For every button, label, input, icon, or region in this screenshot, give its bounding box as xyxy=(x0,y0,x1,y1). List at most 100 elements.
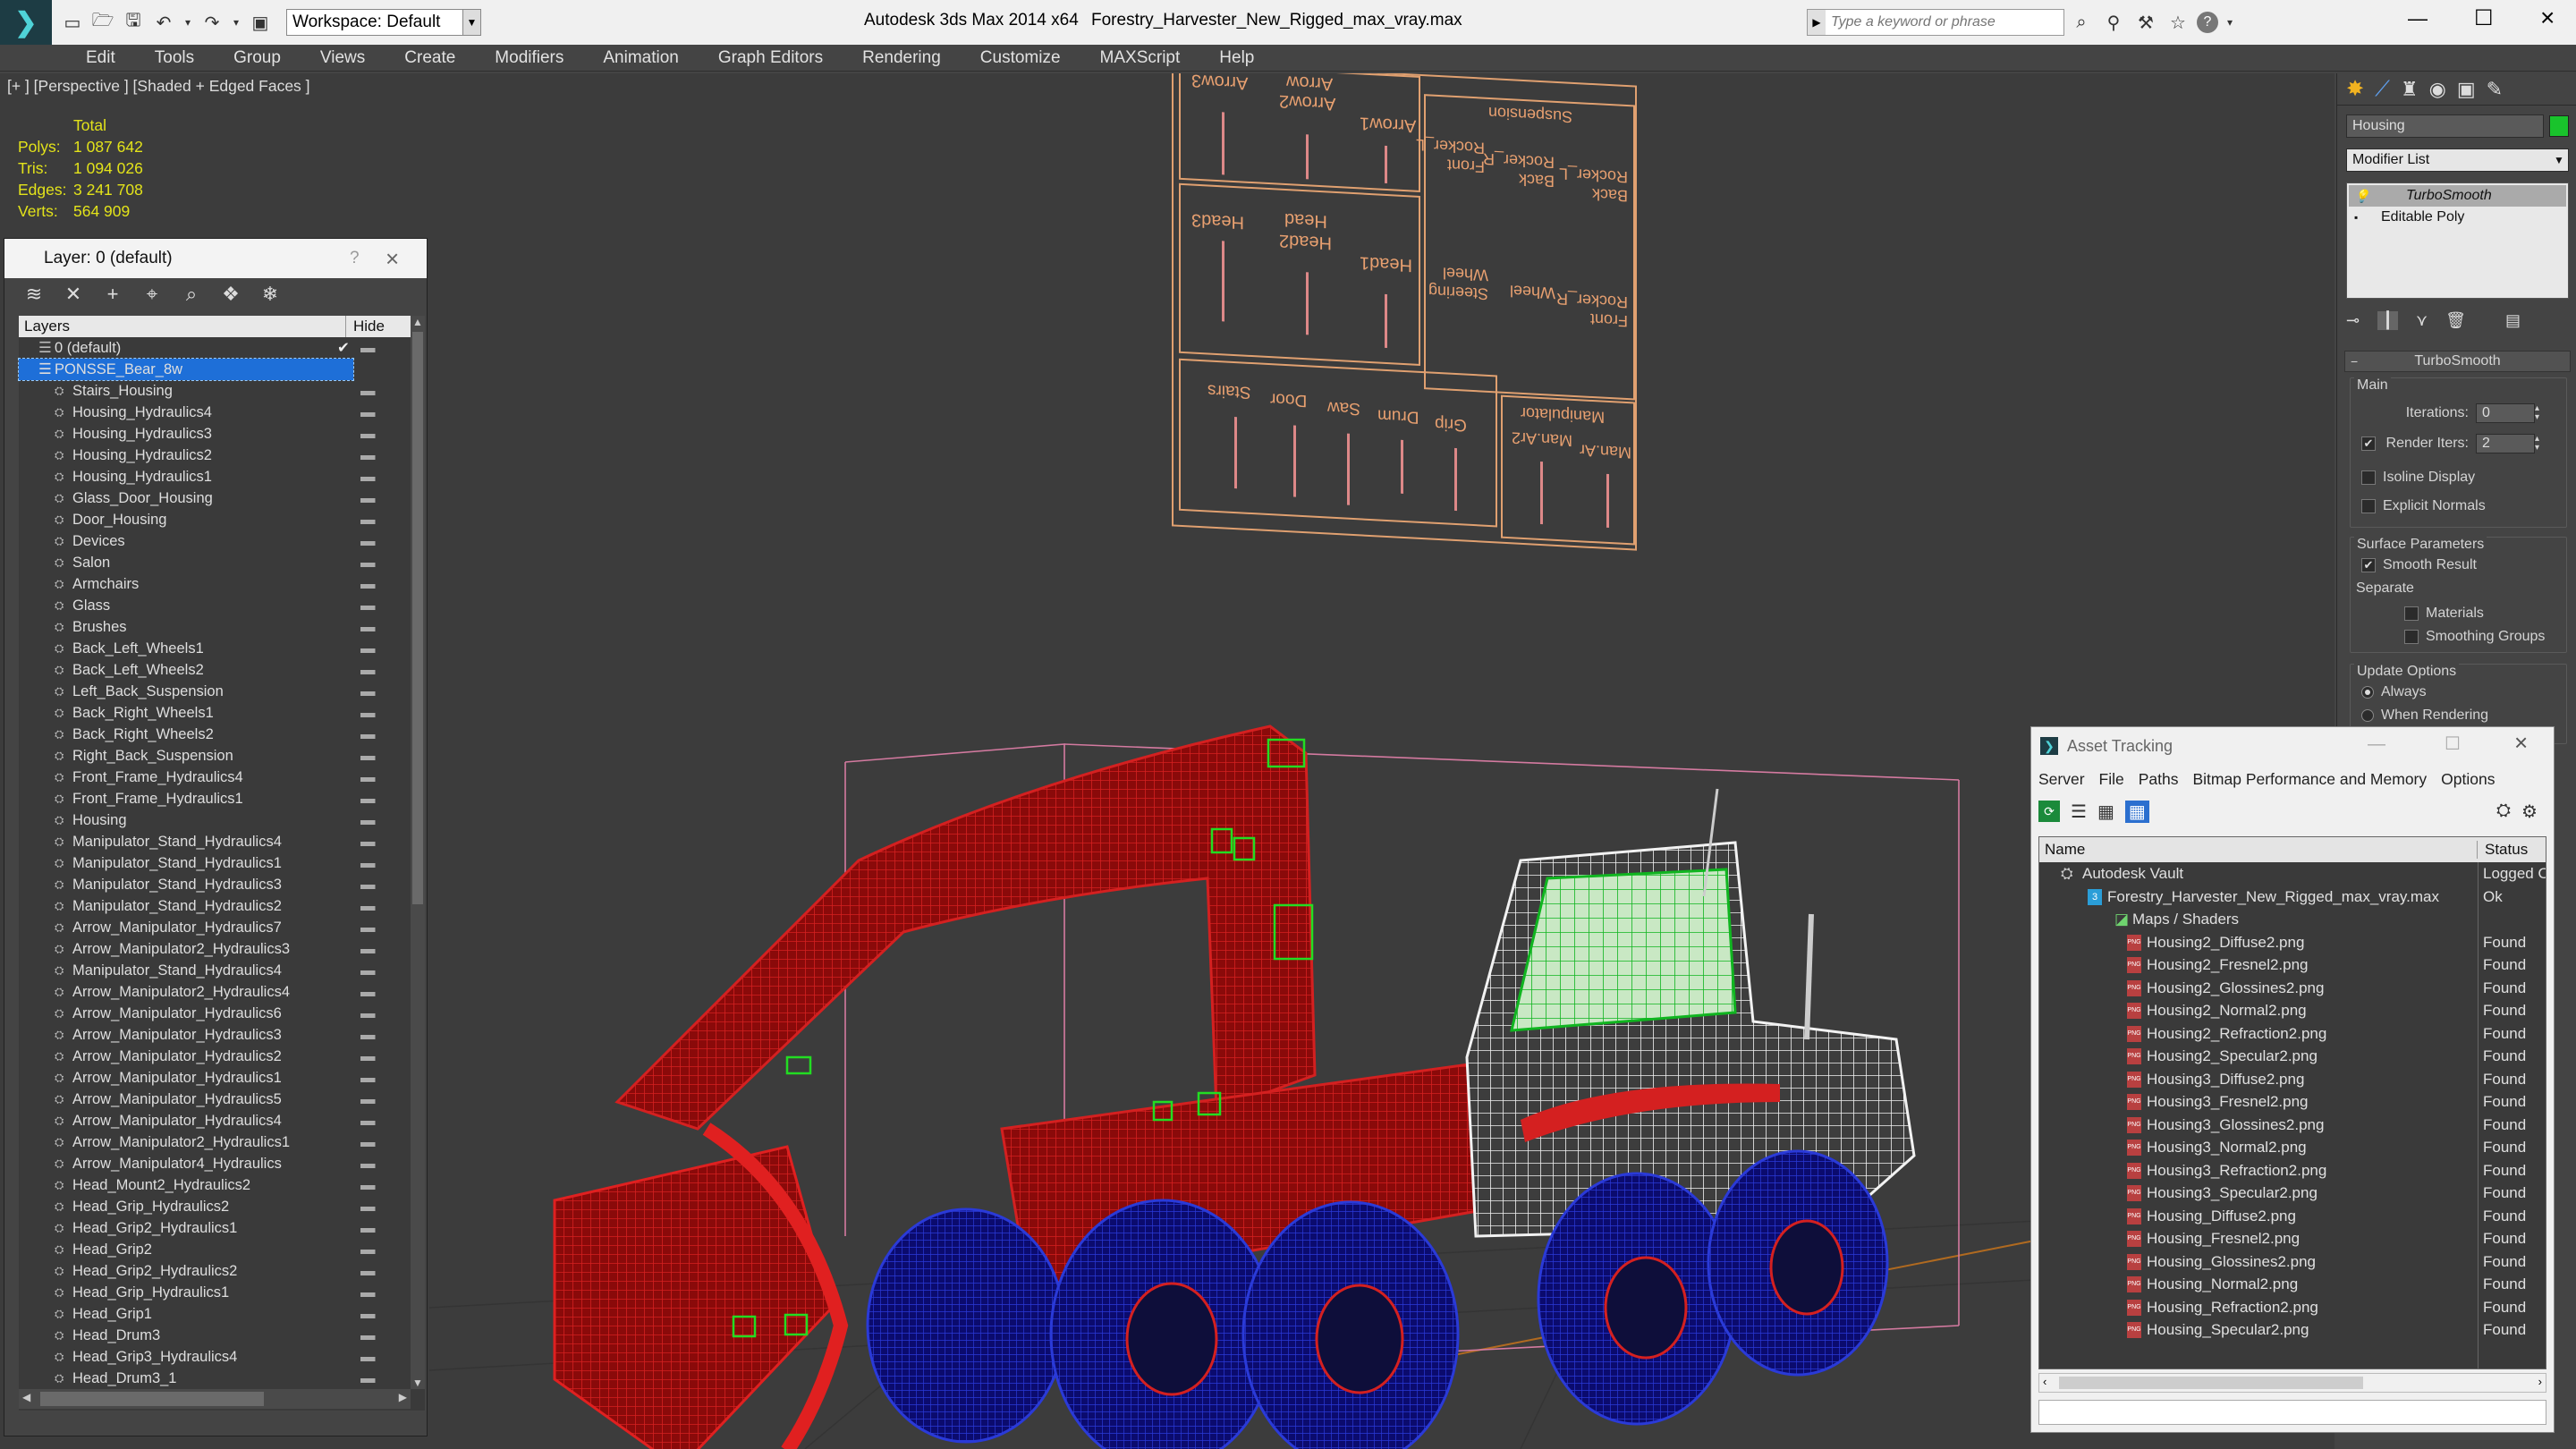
layer-row[interactable]: ⛭ Front_Frame_Hydraulics1 ▬ xyxy=(19,788,411,809)
hide-toggle[interactable]: ▬ xyxy=(360,702,376,724)
layer-row[interactable]: ⛭ Arrow_Manipulator_Hydraulics3 ▬ xyxy=(19,1024,411,1046)
object-color-swatch[interactable] xyxy=(2549,115,2569,137)
door-slider[interactable] xyxy=(1293,425,1296,497)
delete-layer-icon[interactable]: ✕ xyxy=(60,282,87,307)
new-file-icon[interactable]: ▭ xyxy=(59,9,86,36)
layer-row[interactable]: ⛭ Head_Mount2_Hydraulics2 ▬ xyxy=(19,1174,411,1196)
hide-toggle[interactable]: ▬ xyxy=(360,530,376,552)
hide-toggle[interactable]: ▬ xyxy=(360,745,376,767)
hide-toggle[interactable]: ▬ xyxy=(360,917,376,938)
layer-row[interactable]: ⛭ Arrow_Manipulator4_Hydraulics ▬ xyxy=(19,1153,411,1174)
hide-toggle[interactable]: ▬ xyxy=(360,1239,376,1260)
when-rendering-radio[interactable] xyxy=(2361,709,2374,722)
layer-row-default[interactable]: ☰ 0 (default) ✔ ▬ xyxy=(19,337,411,359)
menu-tools[interactable]: Tools xyxy=(135,45,214,72)
hide-toggle[interactable]: ▬ xyxy=(360,337,376,359)
create-tab-icon[interactable]: ✸ xyxy=(2346,76,2364,102)
layer-row[interactable]: ⛭ Devices ▬ xyxy=(19,530,411,552)
asset-row-map[interactable]: PNG Housing2_Fresnel2.png Found xyxy=(2039,953,2546,977)
layer-row[interactable]: ⛭ Glass_Door_Housing ▬ xyxy=(19,487,411,509)
scroll-up-icon[interactable]: ▲ xyxy=(411,316,425,328)
hide-toggle[interactable]: ▬ xyxy=(360,1003,376,1024)
hide-toggle[interactable]: ▬ xyxy=(360,895,376,917)
hide-toggle[interactable]: ▬ xyxy=(360,638,376,659)
hide-toggle[interactable]: ▬ xyxy=(360,552,376,573)
layer-row[interactable]: ⛭ Housing_Hydraulics1 ▬ xyxy=(19,466,411,487)
smooth-result-checkbox[interactable]: ✔ xyxy=(2361,558,2376,572)
asset-row-max-file[interactable]: 3 Forestry_Harvester_New_Rigged_max_vray… xyxy=(2039,886,2546,909)
always-radio[interactable] xyxy=(2361,686,2374,699)
asset-row-map[interactable]: PNG Housing3_Refraction2.png Found xyxy=(2039,1159,2546,1182)
hide-toggle[interactable]: ▬ xyxy=(360,595,376,616)
menu-create[interactable]: Create xyxy=(385,45,475,72)
grip-slider[interactable] xyxy=(1454,447,1457,512)
close-icon[interactable]: × xyxy=(2540,4,2555,32)
hscrollbar-thumb[interactable] xyxy=(2059,1377,2363,1389)
layer-row[interactable]: ⛭ Manipulator_Stand_Hydraulics1 ▬ xyxy=(19,852,411,874)
hide-toggle[interactable]: ▬ xyxy=(360,788,376,809)
layer-row[interactable]: ⛭ Housing_Hydraulics3 ▬ xyxy=(19,423,411,445)
layer-close-icon[interactable]: × xyxy=(386,245,427,273)
hide-toggle[interactable]: ▬ xyxy=(360,938,376,960)
workspace-select[interactable]: Workspace: Default ▼ xyxy=(286,9,481,36)
layer-row[interactable]: ⛭ Head_Grip_Hydraulics1 ▬ xyxy=(19,1282,411,1303)
make-unique-icon[interactable]: ⋎ xyxy=(2416,311,2428,330)
open-file-icon[interactable]: 🗁 xyxy=(89,9,116,36)
menu-graph-editors[interactable]: Graph Editors xyxy=(699,45,843,72)
layer-row[interactable]: ⛭ Right_Back_Suspension ▬ xyxy=(19,745,411,767)
redo-dropdown-icon[interactable]: ▾ xyxy=(229,9,243,36)
head1-slider[interactable] xyxy=(1385,293,1387,349)
layer-row[interactable]: ⛭ Arrow_Manipulator_Hydraulics5 ▬ xyxy=(19,1089,411,1110)
display-tab-icon[interactable]: ▣ xyxy=(2457,78,2476,101)
layer-list[interactable]: Layers Hide ☰ 0 (default) ✔ ▬ ☰ PONSSE_B… xyxy=(18,316,425,1411)
hide-toggle[interactable]: ▬ xyxy=(360,960,376,981)
asset-window-titlebar[interactable]: ❯ Asset Tracking — ☐ × xyxy=(2031,727,2554,765)
asset-row-map[interactable]: PNG Housing_Diffuse2.png Found xyxy=(2039,1205,2546,1228)
table-view-icon[interactable]: ▦ xyxy=(2097,801,2114,823)
hide-toggle[interactable]: ▬ xyxy=(360,809,376,831)
layer-row-selected[interactable]: ☰ PONSSE_Bear_8w xyxy=(18,358,354,381)
layer-row[interactable]: ⛭ Arrow_Manipulator2_Hydraulics4 ▬ xyxy=(19,981,411,1003)
stack-item-editable-poly[interactable]: ▪ Editable Poly xyxy=(2349,207,2566,228)
hide-toggle[interactable]: ▬ xyxy=(360,1196,376,1217)
hide-toggle[interactable]: ▬ xyxy=(360,1325,376,1346)
asset-row-map[interactable]: PNG Housing_Glossines2.png Found xyxy=(2039,1250,2546,1274)
layer-row[interactable]: ⛭ Housing_Hydraulics2 ▬ xyxy=(19,445,411,466)
hide-toggle[interactable]: ▬ xyxy=(360,1089,376,1110)
head3-slider[interactable] xyxy=(1222,241,1224,322)
asset-row-map[interactable]: PNG Housing3_Normal2.png Found xyxy=(2039,1136,2546,1159)
viewport-label[interactable]: [+ ] [Perspective ] [Shaded + Edged Face… xyxy=(7,77,310,96)
layer-row[interactable]: ⛭ Arrow_Manipulator_Hydraulics2 ▬ xyxy=(19,1046,411,1067)
layer-window-titlebar[interactable]: Layer: 0 (default) ? × xyxy=(4,239,427,278)
menu-animation[interactable]: Animation xyxy=(583,45,699,72)
explicit-normals-checkbox[interactable] xyxy=(2361,499,2376,513)
favorites-star-icon[interactable]: ☆ xyxy=(2165,9,2191,36)
modify-tab-icon[interactable]: ⟋ xyxy=(2375,77,2390,102)
layer-help-button[interactable]: ? xyxy=(350,249,386,268)
add-to-layer-icon[interactable]: + xyxy=(99,282,126,307)
hide-toggle[interactable]: ▬ xyxy=(360,852,376,874)
layer-row[interactable]: ⛭ Arrow_Manipulator2_Hydraulics3 ▬ xyxy=(19,938,411,960)
hierarchy-tab-icon[interactable]: ♜ xyxy=(2401,78,2419,101)
scroll-left-icon[interactable]: ◀ xyxy=(22,1391,30,1403)
arrow3-slider[interactable] xyxy=(1222,112,1224,175)
layer-row[interactable]: ⛭ Manipulator_Stand_Hydraulics4 ▬ xyxy=(19,960,411,981)
layer-row[interactable]: ⛭ Head_Grip2_Hydraulics2 ▬ xyxy=(19,1260,411,1282)
layer-row[interactable]: ⛭ Head_Grip2_Hydraulics1 ▬ xyxy=(19,1217,411,1239)
layer-row[interactable]: ⛭ Glass ▬ xyxy=(19,595,411,616)
layer-row[interactable]: ⛭ Salon ▬ xyxy=(19,552,411,573)
hide-toggle[interactable]: ▬ xyxy=(360,573,376,595)
layer-row[interactable]: ⛭ Arrow_Manipulator_Hydraulics1 ▬ xyxy=(19,1067,411,1089)
hide-toggle[interactable]: ▬ xyxy=(360,1131,376,1153)
layer-row[interactable]: ⛭ Back_Left_Wheels2 ▬ xyxy=(19,659,411,681)
minimize-icon[interactable]: — xyxy=(2408,7,2428,30)
hide-toggle[interactable]: ▬ xyxy=(360,659,376,681)
hide-all-layers-icon[interactable]: ❖ xyxy=(217,282,244,307)
asset-row-map[interactable]: PNG Housing_Refraction2.png Found xyxy=(2039,1296,2546,1319)
stairs-slider[interactable] xyxy=(1234,417,1237,489)
render-iters-spinner[interactable]: 2 xyxy=(2476,434,2535,453)
help-icon[interactable]: ? xyxy=(2197,12,2218,33)
layer-row[interactable]: ⛭ Brushes ▬ xyxy=(19,616,411,638)
rollout-turbosmooth-header[interactable]: − TurboSmooth xyxy=(2344,351,2571,372)
menu-rendering[interactable]: Rendering xyxy=(843,45,961,72)
